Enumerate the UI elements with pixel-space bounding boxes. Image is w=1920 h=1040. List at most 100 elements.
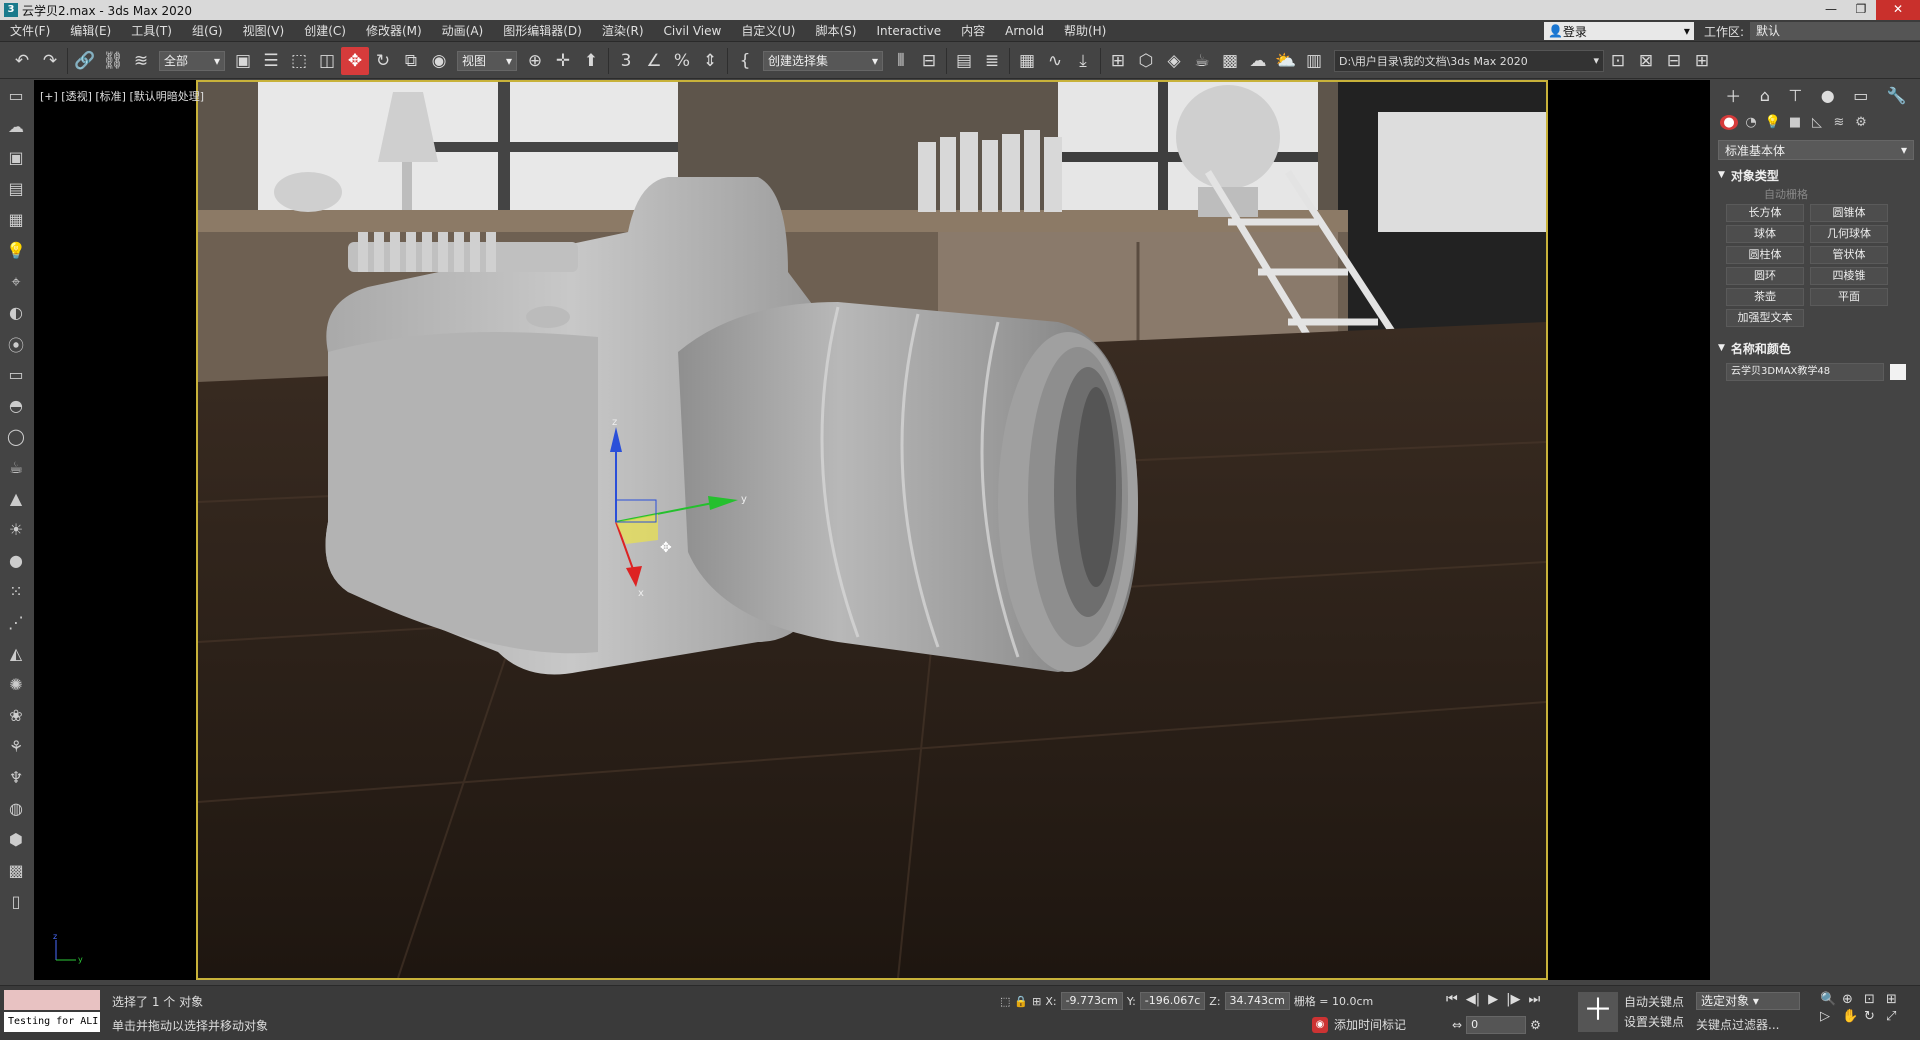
layer-manager-icon[interactable]: ▤ (950, 47, 978, 75)
project-folder-icon[interactable]: ⊡ (1604, 47, 1632, 75)
scene-icon[interactable]: ▩ (0, 855, 32, 886)
geometry-icon[interactable]: ● (1720, 114, 1738, 130)
select-and-scale-icon[interactable]: ⧉ (397, 47, 425, 75)
speaker-icon[interactable]: ◐ (0, 297, 32, 328)
plane-button[interactable]: 平面 (1810, 288, 1888, 306)
select-by-name-icon[interactable]: ☰ (257, 47, 285, 75)
menu-help[interactable]: 帮助(H) (1054, 22, 1116, 39)
zoom-all-icon[interactable]: ⊕ (1842, 992, 1864, 1007)
workspace-dropdown[interactable]: 默认 (1750, 22, 1920, 40)
material-editor-icon[interactable]: ⊞ (1104, 47, 1132, 75)
cone-icon[interactable]: ▲ (0, 483, 32, 514)
lights-icon[interactable]: 💡 (1764, 115, 1782, 130)
set-keys-icon[interactable]: ＋ (1578, 992, 1618, 1032)
render-setup-icon[interactable]: ⬡ (1132, 47, 1160, 75)
document-icon[interactable]: ▤ (0, 173, 32, 204)
name-color-rollout[interactable]: ▼ 名称和颜色 (1718, 339, 1914, 357)
bind-space-warp-icon[interactable]: ≋ (127, 47, 155, 75)
rect-selection-icon[interactable]: ⬚ (285, 47, 313, 75)
link-icon[interactable]: 🔗 (71, 47, 99, 75)
schematic-view-icon[interactable]: ⤓ (1069, 47, 1097, 75)
mini-listener[interactable] (4, 990, 100, 1010)
menu-rendering[interactable]: 渲染(R) (592, 22, 654, 39)
menu-content[interactable]: 内容 (951, 22, 995, 39)
close-button[interactable]: ✕ (1876, 0, 1920, 20)
autogrid-checkbox[interactable]: 自动栅格 (1764, 186, 1920, 202)
orbit-icon[interactable]: ↻ (1864, 1009, 1886, 1024)
set-key-button[interactable]: 设置关键点 (1624, 1012, 1684, 1032)
video-camera-icon[interactable]: ⦿ (0, 328, 32, 359)
menu-modifiers[interactable]: 修改器(M) (356, 22, 432, 39)
menu-views[interactable]: 视图(V) (233, 22, 295, 39)
snaps-toggle-icon[interactable]: 3 (612, 47, 640, 75)
redo-icon[interactable]: ↷ (36, 47, 64, 75)
go-to-end-icon[interactable]: ⏭ (1528, 992, 1540, 1007)
cone-button[interactable]: 圆锥体 (1810, 204, 1888, 222)
particles-icon[interactable]: ⁙ (0, 576, 32, 607)
menu-arnold[interactable]: Arnold (995, 24, 1054, 38)
menu-scripting[interactable]: 脚本(S) (805, 22, 866, 39)
particle-flow-icon[interactable]: ⋰ (0, 607, 32, 638)
zoom-extents-icon[interactable]: ⊡ (1864, 992, 1886, 1007)
plane-icon[interactable]: ▭ (0, 359, 32, 390)
project-path-dropdown[interactable]: D:\用户目录\我的文档\3ds Max 2020 ▾ (1334, 49, 1604, 72)
sphere-icon[interactable]: ● (0, 545, 32, 576)
select-and-place-icon[interactable]: ◉ (425, 47, 453, 75)
menu-graph-editors[interactable]: 图形编辑器(D) (493, 22, 592, 39)
menu-civil-view[interactable]: Civil View (654, 24, 732, 38)
pan-icon[interactable]: ✋ (1842, 1009, 1864, 1024)
next-frame-icon[interactable]: |▶ (1506, 992, 1520, 1007)
object-name-input[interactable]: 云学贝3DMAX教学48 (1726, 363, 1884, 381)
pivot-center-icon[interactable]: ⊕ (521, 47, 549, 75)
go-to-start-icon[interactable]: ⏮ (1446, 992, 1458, 1007)
maxscript-listener[interactable]: Testing for ALI (4, 1012, 100, 1032)
selection-lock-icon[interactable]: 🔒 (1014, 995, 1028, 1008)
absolute-mode-icon[interactable]: ⊞ (1032, 995, 1041, 1008)
select-manipulate-icon[interactable]: ✛ (549, 47, 577, 75)
motion-tab-icon[interactable]: ● (1821, 86, 1835, 105)
named-selection-dropdown[interactable]: 创建选择集 ▾ (763, 50, 883, 71)
systems-icon[interactable]: ⚙ (1852, 115, 1870, 130)
previous-frame-icon[interactable]: ◀| (1466, 992, 1480, 1007)
muscle-icon[interactable]: ⚘ (0, 731, 32, 762)
cloud-icon[interactable]: ☁ (0, 111, 32, 142)
key-selection-dropdown[interactable]: 选定对象 ▾ (1696, 992, 1800, 1010)
z-coordinate-field[interactable]: 34.743cm (1224, 992, 1290, 1010)
maximize-viewport-icon[interactable]: ⤢ (1886, 1009, 1908, 1024)
shapes-icon[interactable]: ◔ (1742, 115, 1760, 130)
key-mode-icon[interactable]: ⇔ (1452, 1018, 1462, 1032)
ring-icon[interactable]: ◯ (0, 421, 32, 452)
time-config-icon[interactable]: ⚙ (1530, 1018, 1541, 1032)
window-crossing-icon[interactable]: ◫ (313, 47, 341, 75)
percent-snap-icon[interactable]: % (668, 47, 696, 75)
object-type-rollout[interactable]: ▼ 对象类型 (1718, 166, 1914, 184)
torus-button[interactable]: 圆环 (1726, 267, 1804, 285)
set-project-icon[interactable]: ⊞ (1688, 47, 1716, 75)
login-dropdown[interactable]: 👤 登录 ▾ (1543, 22, 1694, 40)
zoom-icon[interactable]: 🔍 (1820, 992, 1842, 1007)
display-tab-icon[interactable]: ▭ (1853, 86, 1868, 105)
object-category-dropdown[interactable]: 标准基本体 ▾ (1718, 140, 1914, 160)
perspective-viewport[interactable]: y z x ✥ (196, 80, 1548, 980)
reference-coordinate-dropdown[interactable]: 视图 ▾ (457, 50, 517, 71)
sphere-button[interactable]: 球体 (1726, 225, 1804, 243)
menu-interactive[interactable]: Interactive (866, 24, 951, 38)
menu-edit[interactable]: 编辑(E) (60, 22, 121, 39)
select-and-move-icon[interactable]: ✥ (341, 46, 369, 75)
select-and-rotate-icon[interactable]: ↻ (369, 47, 397, 75)
current-frame-field[interactable]: 0 (1466, 1016, 1527, 1034)
camera-icon[interactable]: ⌖ (0, 266, 32, 297)
hierarchy-tab-icon[interactable]: ⊤ (1788, 86, 1802, 105)
auto-key-button[interactable]: 自动关键点 (1624, 992, 1684, 1012)
utilities-tab-icon[interactable]: 🔧 (1887, 86, 1907, 105)
tube-button[interactable]: 管状体 (1810, 246, 1888, 264)
menu-file[interactable]: 文件(F) (0, 22, 60, 39)
grid-icon[interactable]: ▦ (0, 204, 32, 235)
teapot-button[interactable]: 茶壶 (1726, 288, 1804, 306)
pyramid-button[interactable]: 四棱锥 (1810, 267, 1888, 285)
create-project-icon[interactable]: ⊟ (1660, 47, 1688, 75)
hemisphere-icon[interactable]: ◓ (0, 390, 32, 421)
edit-named-selection-icon[interactable]: { (731, 47, 759, 75)
modify-tab-icon[interactable]: ⌂ (1760, 86, 1770, 105)
zoom-extents-all-icon[interactable]: ⊞ (1886, 992, 1908, 1007)
